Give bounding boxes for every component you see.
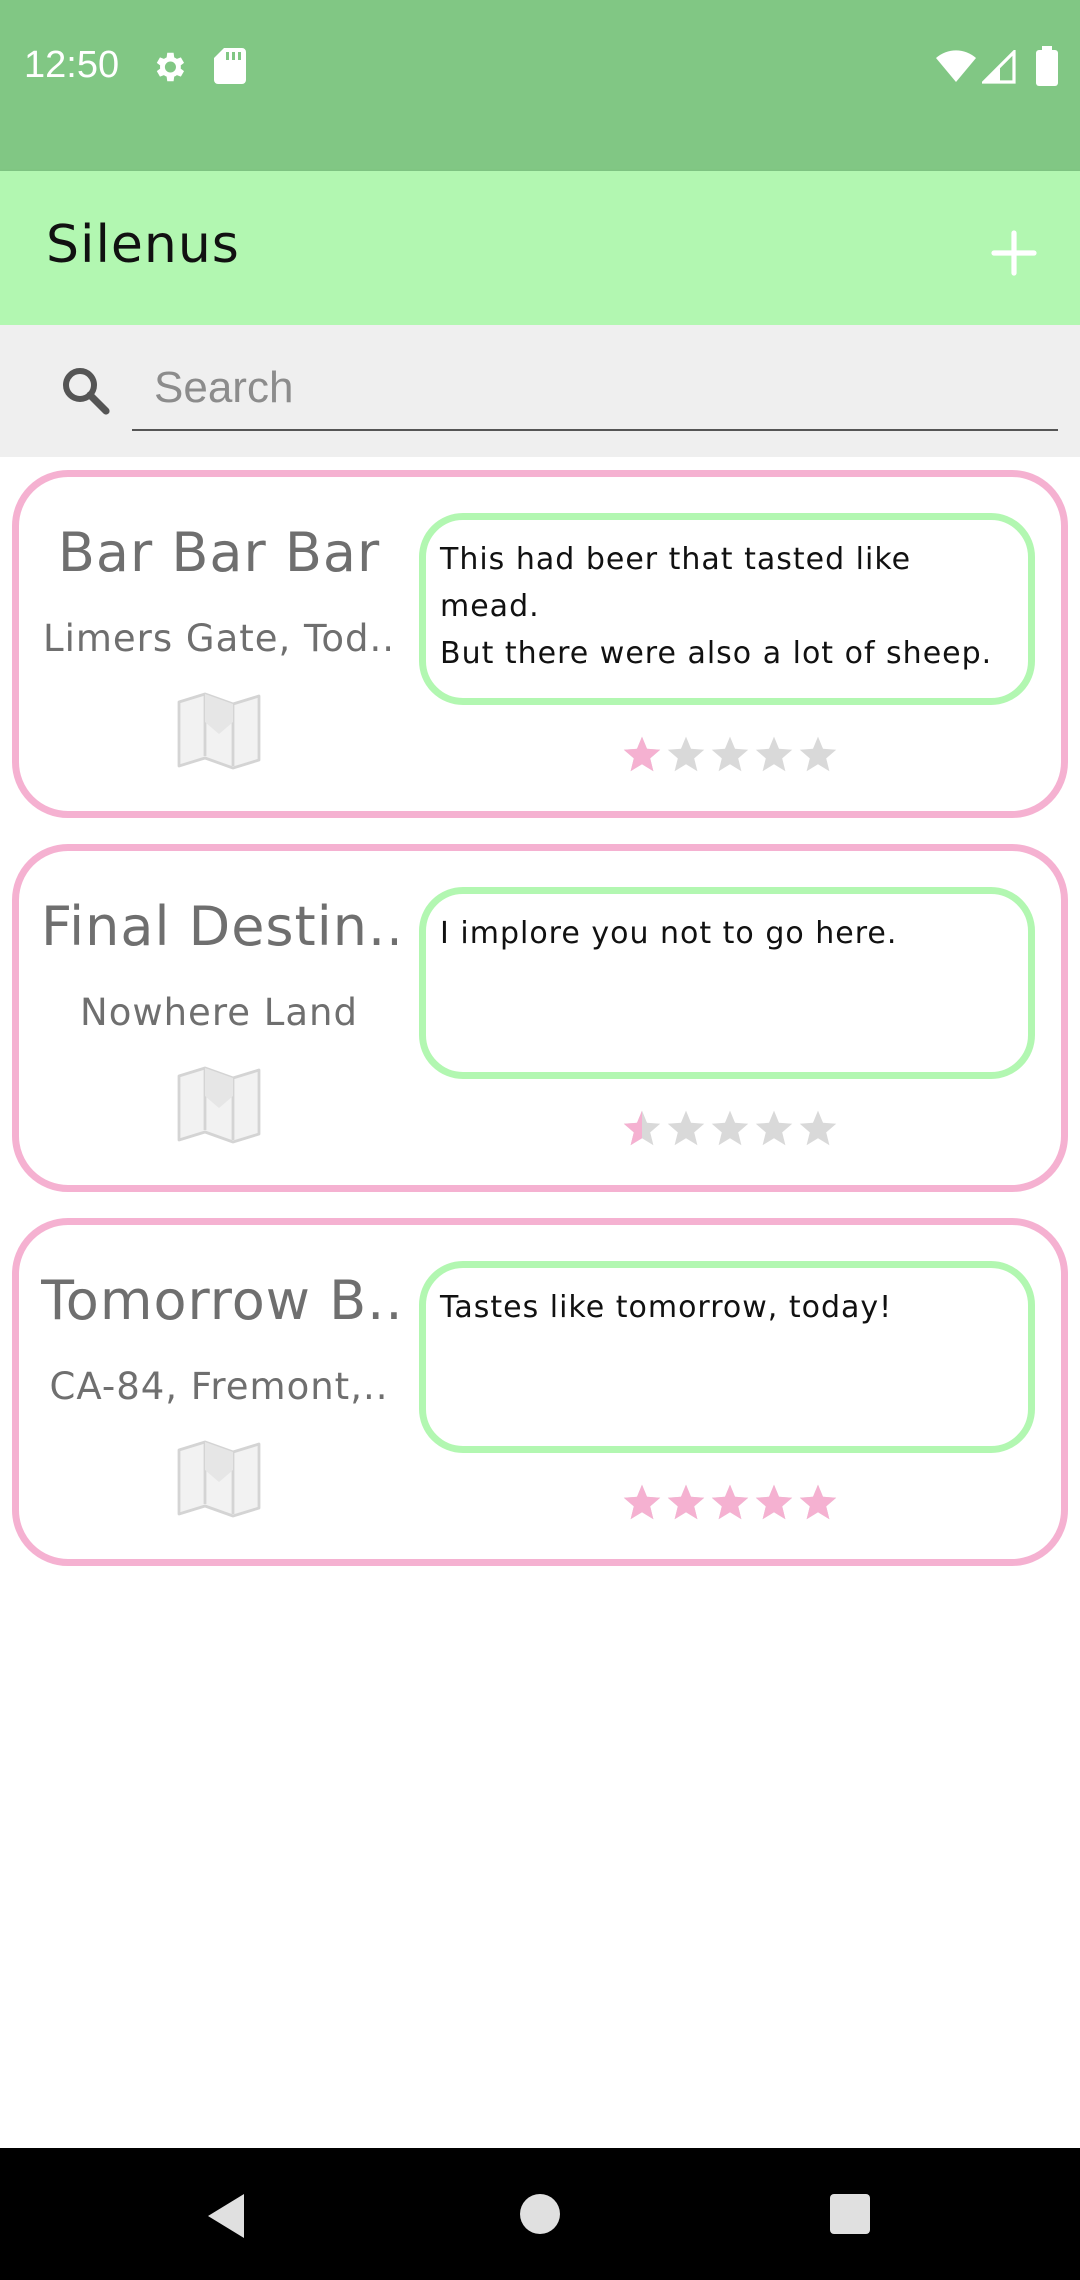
search-icon [60, 365, 112, 421]
search-input[interactable] [132, 347, 1058, 431]
map-icon[interactable] [175, 690, 263, 774]
rating-bar[interactable] [622, 1109, 842, 1153]
bar-name: Tomorrow B.. [41, 1269, 397, 1332]
bar-address: Limers Gate, Tod.. [42, 617, 396, 660]
star-icon [711, 736, 749, 772]
bar-card[interactable]: Final Destin.. Nowhere Land I implore you … [12, 844, 1068, 1192]
star-icon [799, 1484, 837, 1520]
map-icon[interactable] [175, 1064, 263, 1148]
star-icon [799, 736, 837, 772]
star-icon [623, 1484, 661, 1520]
gear-icon [150, 48, 188, 90]
bar-name: Final Destin.. [41, 895, 397, 958]
app-title: Silenus [46, 215, 240, 275]
cell-signal-icon [980, 48, 1016, 88]
app-bar: Silenus [0, 171, 1080, 325]
bar-card[interactable]: Tomorrow B.. CA-84, Fremont,.. Tastes like… [12, 1218, 1068, 1566]
battery-icon [1036, 46, 1058, 90]
plus-icon [991, 230, 1037, 276]
star-icon [623, 1110, 661, 1146]
back-icon[interactable] [204, 2192, 248, 2244]
review-text: This had beer that tasted like mead. But… [419, 513, 1035, 705]
wifi-icon [936, 50, 976, 86]
search-bar [0, 325, 1080, 457]
rating-bar[interactable] [622, 1483, 842, 1527]
bar-card[interactable]: Bar Bar Bar Limers Gate, Tod.. This had be… [12, 470, 1068, 818]
review-text: Tastes like tomorrow, today! [419, 1261, 1035, 1453]
bar-name: Bar Bar Bar [57, 521, 381, 584]
home-icon[interactable] [518, 2192, 562, 2240]
rating-bar[interactable] [622, 735, 842, 779]
map-icon[interactable] [175, 1438, 263, 1522]
star-icon [667, 1484, 705, 1520]
recents-icon[interactable] [828, 2192, 872, 2240]
status-bar: 12:50 [0, 0, 1080, 171]
star-icon [755, 1110, 793, 1146]
review-text: I implore you not to go here. [419, 887, 1035, 1079]
star-icon [755, 1484, 793, 1520]
star-icon [667, 1110, 705, 1146]
sd-card-icon [214, 48, 246, 88]
bar-address: CA-84, Fremont,.. [49, 1365, 389, 1408]
status-time: 12:50 [24, 44, 120, 86]
add-bar-button[interactable] [984, 223, 1044, 283]
star-icon [711, 1110, 749, 1146]
star-icon [711, 1484, 749, 1520]
bar-address: Nowhere Land [80, 991, 358, 1034]
star-icon [623, 736, 661, 772]
navigation-bar [0, 2148, 1080, 2280]
star-icon [667, 736, 705, 772]
star-icon [755, 736, 793, 772]
star-icon [799, 1110, 837, 1146]
